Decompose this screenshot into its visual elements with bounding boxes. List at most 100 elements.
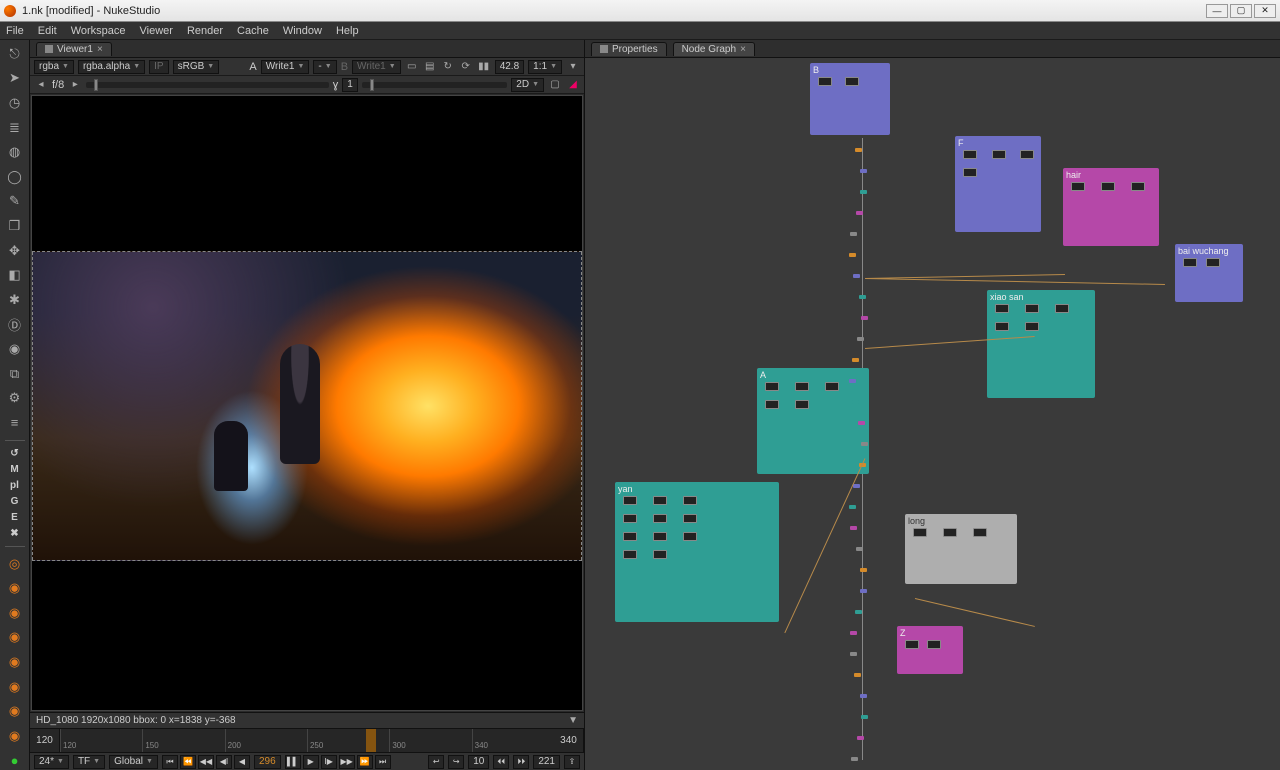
- node[interactable]: [963, 168, 977, 177]
- menu-edit[interactable]: Edit: [38, 25, 57, 37]
- pipe-node[interactable]: [849, 379, 856, 383]
- menu-file[interactable]: File: [6, 25, 24, 37]
- node[interactable]: [1055, 304, 1069, 313]
- pipe-node[interactable]: [853, 274, 860, 278]
- backdrop-B[interactable]: B: [810, 63, 890, 135]
- playback-btn-2[interactable]: ◀◀: [198, 755, 214, 769]
- playback-btn-8[interactable]: ▶▶: [339, 755, 355, 769]
- pipe-node[interactable]: [860, 589, 867, 593]
- wipe-select[interactable]: -▼: [313, 60, 336, 74]
- alpha-select[interactable]: rgba.alpha▼: [78, 60, 145, 74]
- tf-select[interactable]: TF▼: [73, 755, 105, 769]
- cube-icon[interactable]: ◧: [5, 265, 25, 285]
- pipe-node[interactable]: [861, 715, 868, 719]
- pipe-node[interactable]: [861, 316, 868, 320]
- close-button[interactable]: ✕: [1254, 4, 1276, 18]
- viewer-tab[interactable]: Viewer1 ×: [36, 42, 112, 56]
- prev-icon[interactable]: ◂: [34, 78, 48, 92]
- backdrop-hair[interactable]: hair: [1063, 168, 1159, 246]
- playback-btn-4[interactable]: ◀: [234, 755, 250, 769]
- pipe-node[interactable]: [858, 421, 865, 425]
- node[interactable]: [683, 532, 697, 541]
- jump-back-icon[interactable]: ⏴⏴: [493, 755, 509, 769]
- pl-label[interactable]: pl: [5, 480, 25, 491]
- pipe-node[interactable]: [855, 148, 862, 152]
- pipe-node[interactable]: [851, 757, 858, 761]
- pen-icon[interactable]: ✎: [5, 192, 25, 212]
- timeline-cursor[interactable]: [366, 729, 376, 752]
- settings-icon[interactable]: ▾: [566, 60, 580, 74]
- node[interactable]: [995, 322, 1009, 331]
- tag-icon[interactable]: ⧉: [5, 364, 25, 384]
- globe-icon[interactable]: ◍: [5, 142, 25, 162]
- wrench-icon[interactable]: ⚙: [5, 389, 25, 409]
- node-graph-tab[interactable]: Node Graph ×: [673, 42, 755, 56]
- node-graph-canvas[interactable]: BFhairbai wuchangxiao sanAyanlongZ: [585, 58, 1280, 770]
- lut-select[interactable]: sRGB▼: [173, 60, 220, 74]
- jump-fwd-icon[interactable]: ⏵⏵: [513, 755, 529, 769]
- ring6-icon[interactable]: ◉: [5, 677, 25, 697]
- a-input-select[interactable]: Write1▼: [261, 60, 310, 74]
- pipe-node[interactable]: [853, 484, 860, 488]
- menu-viewer[interactable]: Viewer: [140, 25, 173, 37]
- pipe-node[interactable]: [857, 337, 864, 341]
- tab-close-icon[interactable]: ×: [740, 44, 746, 55]
- pipe-node[interactable]: [852, 400, 859, 404]
- pipe-node[interactable]: [856, 211, 863, 215]
- tab-close-icon[interactable]: ×: [97, 44, 103, 55]
- gain-readout[interactable]: 42.8: [495, 60, 524, 74]
- node[interactable]: [623, 532, 637, 541]
- gamma-slider[interactable]: [362, 82, 507, 88]
- backdrop-Z[interactable]: Z: [897, 626, 963, 674]
- pipe-node[interactable]: [861, 442, 868, 446]
- node[interactable]: [1183, 258, 1197, 267]
- timeline-end[interactable]: 340: [554, 729, 584, 752]
- node[interactable]: [765, 382, 779, 391]
- swap-icon[interactable]: ↺: [5, 448, 25, 459]
- pipe-node[interactable]: [849, 505, 856, 509]
- ring5-icon[interactable]: ◉: [5, 652, 25, 672]
- timeline-start[interactable]: 120: [30, 729, 60, 752]
- next-icon[interactable]: ▸: [68, 78, 82, 92]
- playback-btn-6[interactable]: ▶: [303, 755, 319, 769]
- node[interactable]: [795, 400, 809, 409]
- ring7-icon[interactable]: ◉: [5, 701, 25, 721]
- misc-icon[interactable]: ≡: [5, 413, 25, 433]
- node[interactable]: [623, 496, 637, 505]
- pipe-node[interactable]: [849, 253, 856, 257]
- node[interactable]: [905, 640, 919, 649]
- node[interactable]: [795, 382, 809, 391]
- overlay-icon[interactable]: ▢: [548, 78, 562, 92]
- export-icon[interactable]: ⇪: [564, 755, 580, 769]
- playback-btn-1[interactable]: ⏪: [180, 755, 196, 769]
- node[interactable]: [1131, 182, 1145, 191]
- node[interactable]: [1020, 150, 1034, 159]
- viewer-canvas[interactable]: [31, 95, 583, 711]
- node[interactable]: [653, 496, 667, 505]
- node[interactable]: [1206, 258, 1220, 267]
- backdrop-yan[interactable]: yan: [615, 482, 779, 622]
- refresh-icon[interactable]: ↻: [441, 60, 455, 74]
- ring1-icon[interactable]: ◎: [5, 554, 25, 574]
- menu-cache[interactable]: Cache: [237, 25, 269, 37]
- spark-icon[interactable]: ✱: [5, 290, 25, 310]
- d-icon[interactable]: Ⓓ: [5, 315, 25, 335]
- ring4-icon[interactable]: ◉: [5, 628, 25, 648]
- node[interactable]: [963, 150, 977, 159]
- gamma-value[interactable]: 1: [342, 78, 358, 92]
- pipe-node[interactable]: [850, 652, 857, 656]
- maximize-button[interactable]: ▢: [1230, 4, 1252, 18]
- step-back-icon[interactable]: ↩: [428, 755, 444, 769]
- pipe-node[interactable]: [852, 358, 859, 362]
- ring2-icon[interactable]: ◉: [5, 578, 25, 598]
- node[interactable]: [825, 382, 839, 391]
- pipe-node[interactable]: [850, 232, 857, 236]
- backdrop-baiwuchang[interactable]: bai wuchang: [1175, 244, 1243, 302]
- backdrop-long[interactable]: long: [905, 514, 1017, 584]
- timeline-track[interactable]: 120150200250300340: [60, 729, 554, 752]
- node[interactable]: [765, 400, 779, 409]
- node[interactable]: [623, 514, 637, 523]
- playback-btn-0[interactable]: ⏮: [162, 755, 178, 769]
- pipe-node[interactable]: [860, 694, 867, 698]
- ring8-icon[interactable]: ◉: [5, 726, 25, 746]
